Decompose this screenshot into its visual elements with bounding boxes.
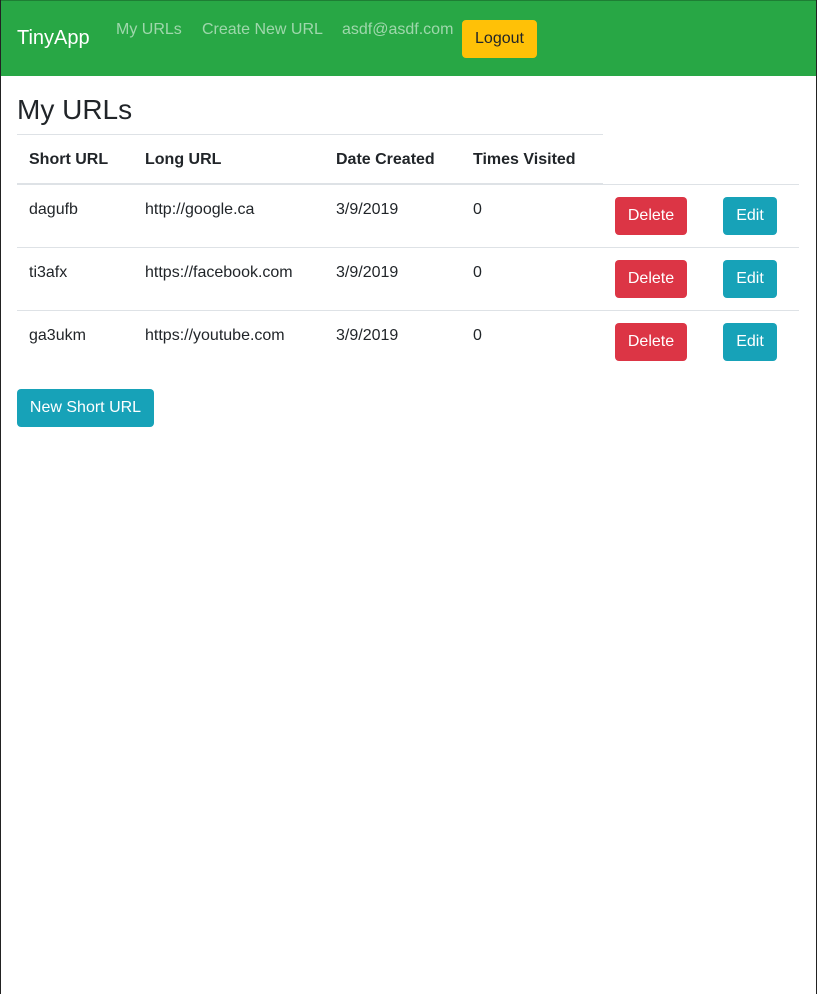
navbar: TinyApp My URLs Create New URL asdf@asdf… [1, 0, 816, 76]
long-url-cell: https://facebook.com [145, 264, 293, 281]
brand-link[interactable]: TinyApp [17, 28, 90, 48]
row-divider [17, 184, 799, 185]
row-divider [17, 247, 799, 248]
table-top-divider [17, 134, 603, 135]
header-times-visited: Times Visited [473, 151, 576, 168]
logout-button[interactable]: Logout [462, 20, 537, 58]
header-date-created: Date Created [336, 151, 435, 168]
nav-my-urls-link[interactable]: My URLs [116, 22, 182, 38]
date-created-cell: 3/9/2019 [336, 201, 399, 218]
header-short-url: Short URL [29, 151, 109, 168]
times-visited-cell: 0 [473, 201, 482, 218]
delete-button[interactable]: Delete [615, 260, 687, 298]
delete-button[interactable]: Delete [615, 323, 687, 361]
long-url-cell: https://youtube.com [145, 327, 285, 344]
new-short-url-button[interactable]: New Short URL [17, 389, 154, 427]
nav-create-url-link[interactable]: Create New URL [202, 22, 323, 38]
edit-button[interactable]: Edit [723, 260, 777, 298]
header-long-url: Long URL [145, 151, 222, 168]
edit-button[interactable]: Edit [723, 197, 777, 235]
date-created-cell: 3/9/2019 [336, 327, 399, 344]
row-divider [17, 310, 799, 311]
short-url-cell: ti3afx [29, 264, 68, 281]
short-url-cell: dagufb [29, 201, 78, 218]
page-title: My URLs [17, 94, 133, 125]
delete-button[interactable]: Delete [615, 197, 687, 235]
times-visited-cell: 0 [473, 264, 482, 281]
edit-button[interactable]: Edit [723, 323, 777, 361]
short-url-cell: ga3ukm [29, 327, 86, 344]
times-visited-cell: 0 [473, 327, 482, 344]
date-created-cell: 3/9/2019 [336, 264, 399, 281]
long-url-cell: http://google.ca [145, 201, 255, 218]
user-email: asdf@asdf.com [342, 21, 454, 38]
